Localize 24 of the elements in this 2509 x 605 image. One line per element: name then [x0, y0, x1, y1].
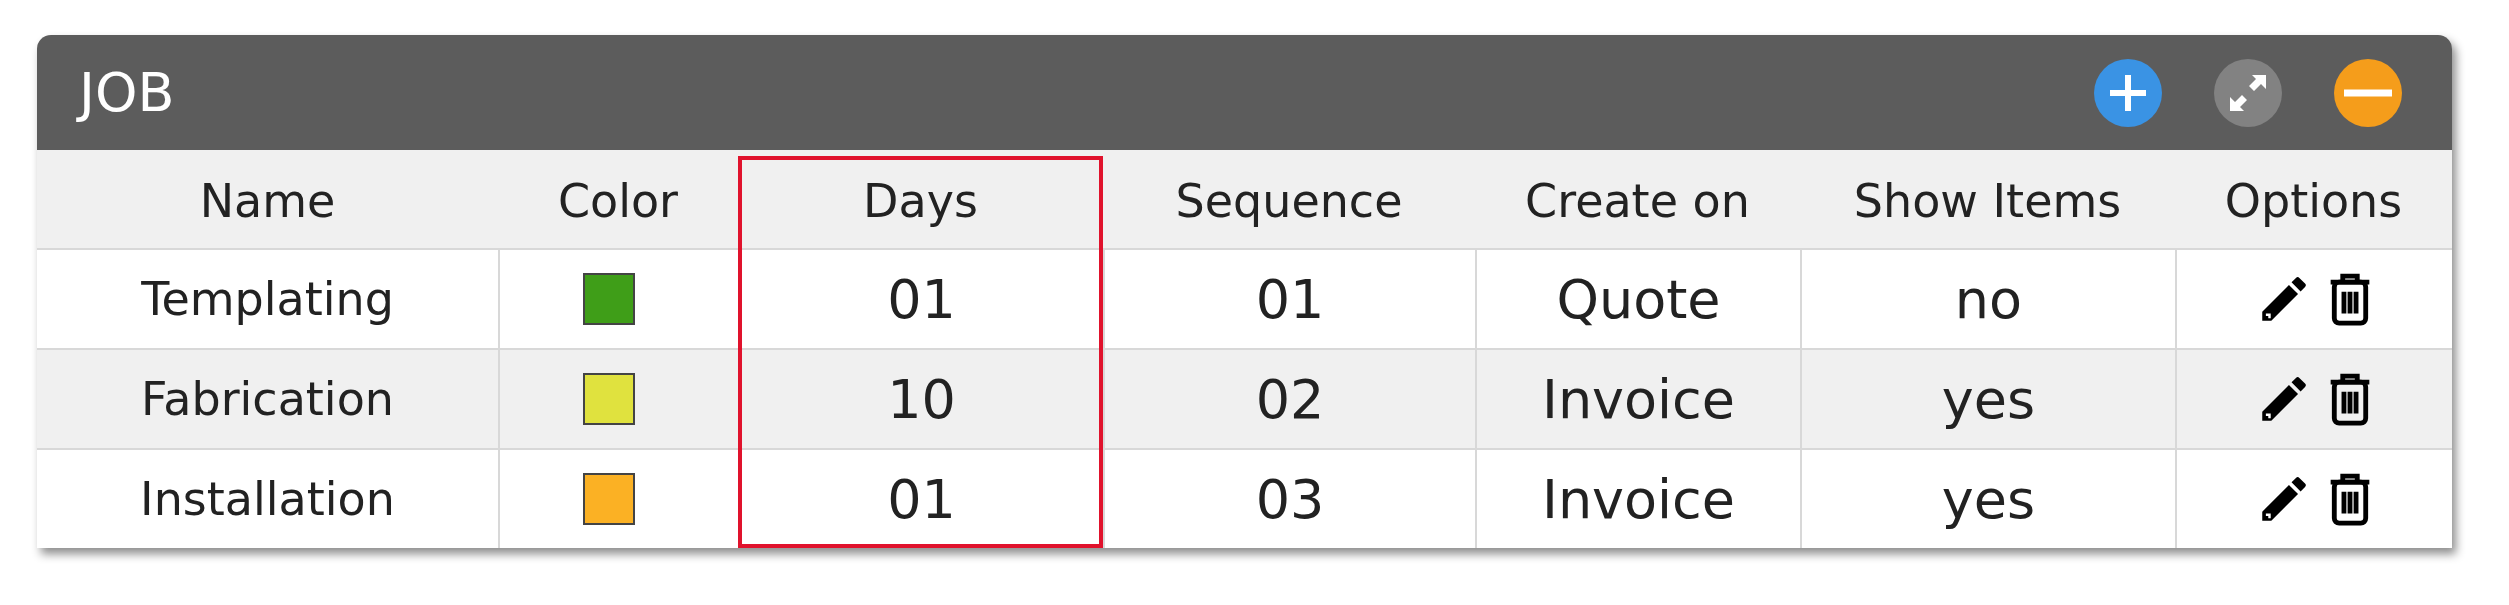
column-header: Name [199, 173, 336, 228]
table-cell: Quote [1556, 267, 1721, 331]
table-cell: 10 [887, 367, 956, 431]
table-cell: 01 [887, 267, 956, 331]
column-header: Show Items [1853, 173, 2122, 228]
plus-icon [2108, 72, 2148, 113]
table-cell: 01 [1255, 267, 1325, 331]
table-cell: Invoice [1541, 367, 1736, 431]
column-header: Sequence [1175, 173, 1403, 228]
minus-icon [2344, 87, 2392, 98]
table-cell: Invoice [1541, 467, 1736, 531]
column-header: Create on [1525, 173, 1750, 228]
table-cell: Installation [140, 472, 395, 526]
table-cell: no [1954, 267, 2023, 331]
table-cell: 01 [887, 467, 956, 531]
table-cell: 02 [1255, 367, 1325, 431]
column-header: Days [863, 173, 978, 228]
column-header: Color [557, 173, 679, 228]
table-cell: 03 [1255, 467, 1325, 531]
table-cell: Templating [141, 272, 394, 326]
table-cell: Fabrication [141, 372, 394, 426]
table-cell: yes [1941, 367, 2036, 431]
column-header: Options [2224, 173, 2403, 228]
table-cell: yes [1941, 467, 2036, 531]
